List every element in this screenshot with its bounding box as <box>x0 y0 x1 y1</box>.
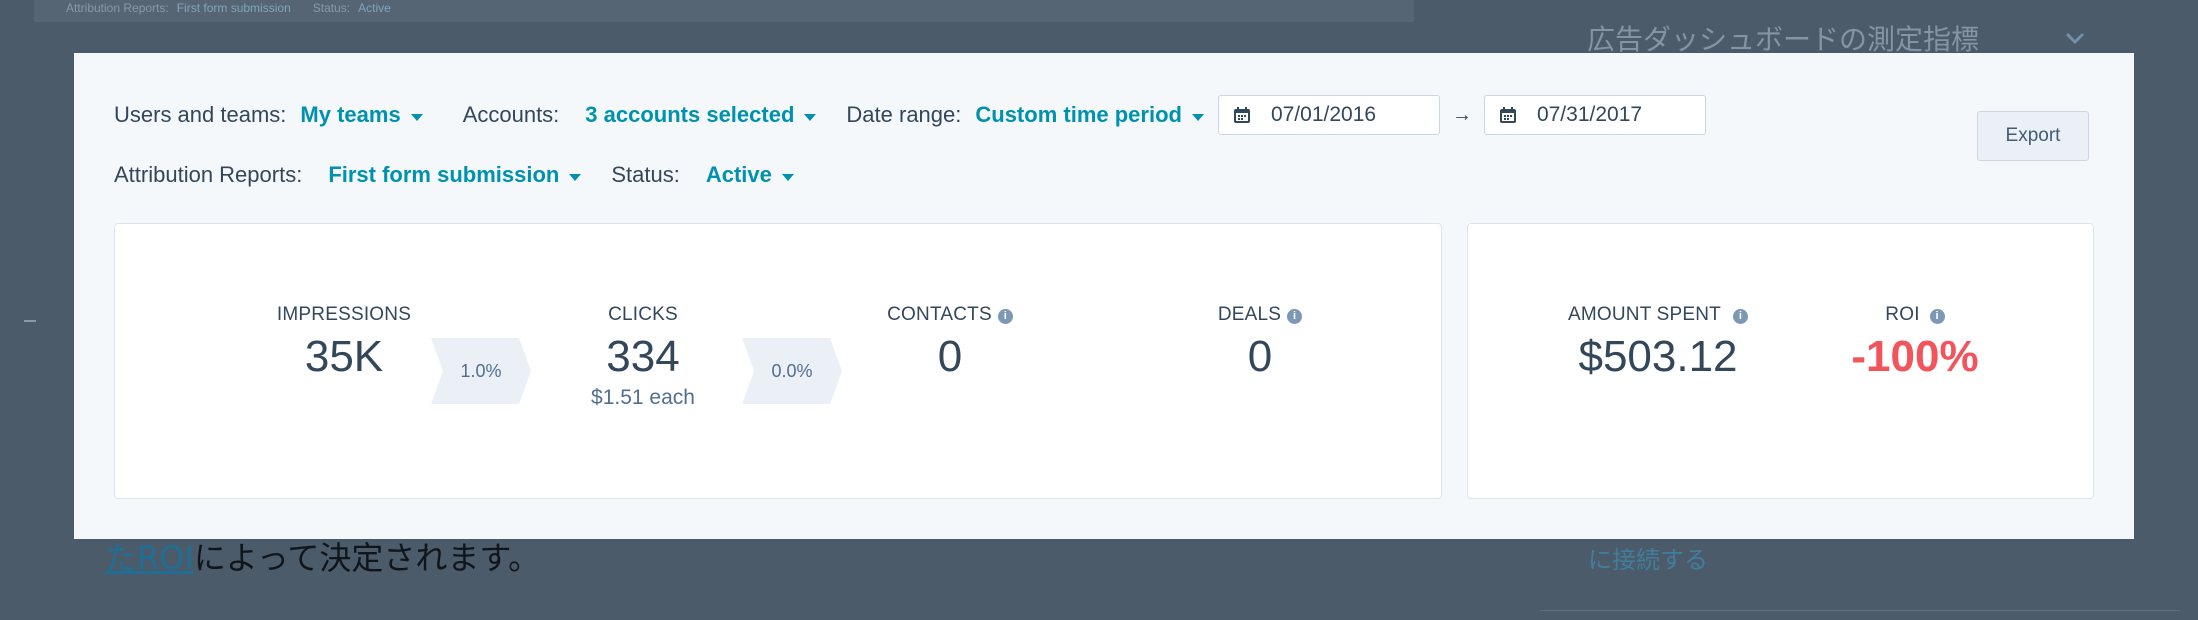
users-teams-label: Users and teams: <box>114 102 287 127</box>
status-dropdown[interactable]: Active <box>706 162 834 188</box>
deals-label: DEALS i <box>1175 304 1345 326</box>
end-date-value: 07/31/2017 <box>1536 103 1643 126</box>
impressions-to-clicks-rate: 1.0% <box>431 338 531 404</box>
background-roi-link[interactable]: たROI <box>105 539 194 577</box>
deals-metric: DEALS i 0 <box>1175 304 1345 382</box>
impressions-label: IMPRESSIONS <box>276 304 412 325</box>
clicks-value: 334 <box>606 332 680 381</box>
clicks-to-contacts-rate: 0.0% <box>742 338 842 404</box>
info-icon[interactable]: i <box>1287 309 1303 324</box>
date-range-value: Custom time period <box>975 102 1182 127</box>
amount-spent-value: $503.12 <box>1578 332 1738 381</box>
roi-metric: ROI i -100% <box>1830 304 2000 382</box>
date-arrow: → <box>1451 103 1472 126</box>
info-icon[interactable]: i <box>997 309 1013 324</box>
caret-down-icon <box>569 174 582 182</box>
calendar-icon <box>1499 107 1516 123</box>
rate2-value: 0.0% <box>771 360 813 381</box>
background-dash <box>24 320 36 322</box>
cost-per-click: $1.51 each <box>591 386 695 409</box>
users-teams-dropdown[interactable]: My teams <box>300 102 462 128</box>
export-button[interactable]: Export <box>1977 111 2089 161</box>
impressions-value: 35K <box>304 332 384 381</box>
attribution-label: Attribution Reports: <box>114 162 303 187</box>
chevron-down-icon <box>2065 32 2085 45</box>
users-teams-value: My teams <box>300 102 401 127</box>
date-range-label: Date range: <box>846 102 962 127</box>
background-divider <box>1540 610 2180 611</box>
contacts-metric: CONTACTS i 0 <box>850 304 1050 382</box>
caret-down-icon <box>781 174 794 182</box>
deals-value: 0 <box>1247 332 1273 381</box>
roi-value: -100% <box>1851 332 1979 381</box>
caret-down-icon <box>1191 114 1204 122</box>
calendar-icon <box>1233 107 1250 123</box>
attribution-value: First form submission <box>328 162 560 187</box>
amount-spent-label: AMOUNT SPENT i <box>1538 304 1778 326</box>
info-icon[interactable]: i <box>1733 309 1748 324</box>
clicks-label: CLICKS <box>608 304 678 325</box>
rate1-value: 1.0% <box>460 360 502 381</box>
contacts-value: 0 <box>937 332 963 381</box>
status-label: Status: <box>611 162 680 187</box>
background-body-text: たROIによって決定されます。 <box>105 539 541 577</box>
roi-label: ROI i <box>1830 304 2000 326</box>
caret-down-icon <box>410 114 423 122</box>
funnel-metrics-card: IMPRESSIONS 35K 1.0% CLICKS 334 $1.51 ea… <box>114 223 1442 499</box>
start-date-input[interactable]: 07/01/2016 <box>1217 95 1440 135</box>
attribution-dropdown[interactable]: First form submission <box>328 162 611 188</box>
spend-roi-card: AMOUNT SPENT i $503.12 ROI i -100% <box>1467 223 2094 499</box>
clicks-metric: CLICKS 334 $1.51 each <box>561 304 725 410</box>
filter-row-1: Users and teams: My teams Accounts: 3 ac… <box>114 93 1706 137</box>
date-range-dropdown[interactable]: Custom time period <box>975 102 1218 128</box>
accounts-label: Accounts: <box>462 102 560 127</box>
amount-spent-metric: AMOUNT SPENT i $503.12 <box>1538 304 1778 382</box>
filter-row-2: Attribution Reports: First form submissi… <box>114 153 834 197</box>
background-side-title: 広告ダッシュボードの測定指標 <box>1587 23 1980 56</box>
background-side-link[interactable]: に接続する <box>1588 540 1708 575</box>
ads-dashboard-panel: Users and teams: My teams Accounts: 3 ac… <box>74 53 2134 539</box>
caret-down-icon <box>804 114 817 122</box>
end-date-input[interactable]: 07/31/2017 <box>1483 95 1706 135</box>
info-icon[interactable]: i <box>1929 309 1945 324</box>
status-value: Active <box>705 162 772 187</box>
start-date-value: 07/01/2016 <box>1270 103 1377 126</box>
accounts-value: 3 accounts selected <box>585 102 795 127</box>
contacts-label: CONTACTS i <box>850 304 1050 326</box>
accounts-dropdown[interactable]: 3 accounts selected <box>585 102 846 128</box>
background-filter-text: Attribution Reports: First form submissio… <box>66 1 391 15</box>
impressions-metric: IMPRESSIONS 35K <box>237 304 451 382</box>
